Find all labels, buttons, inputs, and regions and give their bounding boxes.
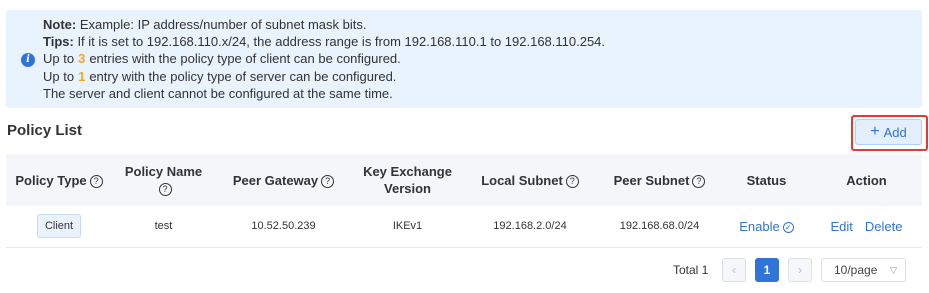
policy-type-badge: Client (36, 214, 82, 239)
next-page-button[interactable]: › (788, 258, 812, 282)
prev-page-button[interactable]: ‹ (722, 258, 746, 282)
header-key-exchange: Key Exchange Version (363, 164, 452, 196)
client-limit-line: Up to 3 entries with the policy type of cl… (43, 50, 605, 67)
note-text: Example: IP address/number of subnet mas… (76, 17, 367, 32)
page-size-select[interactable]: 10/page ▽ (821, 258, 906, 282)
cell-action: Edit Delete (811, 206, 922, 247)
chevron-down-icon: ▽ (890, 265, 897, 275)
info-icon: i (21, 53, 35, 67)
help-icon[interactable]: ? (692, 174, 706, 188)
total-count: Total 1 (673, 263, 709, 277)
add-button[interactable]: + Add (855, 119, 922, 145)
server-limit-count: 1 (78, 68, 86, 84)
client-limit-count: 3 (78, 51, 86, 67)
cell-local-subnet: 192.168.2.0/24 (493, 220, 567, 233)
header-peer-gateway: Peer Gateway? (215, 154, 352, 206)
help-icon[interactable]: ? (565, 174, 579, 188)
cell-status: Enable ✓ (722, 206, 811, 247)
section-title: Policy List (7, 122, 83, 139)
check-circle-icon: ✓ (782, 222, 794, 234)
header-local-subnet: Local Subnet? (463, 154, 597, 206)
table-header-row: Policy Type? Policy Name? Peer Gateway? … (6, 154, 922, 206)
header-policy-type: Policy Type? (6, 154, 112, 206)
policy-table: Policy Type? Policy Name? Peer Gateway? … (6, 154, 922, 248)
notice-text: Note: Example: IP address/number of subn… (43, 16, 605, 102)
page-number-1[interactable]: 1 (755, 258, 779, 282)
edit-link[interactable]: Edit (831, 219, 853, 234)
help-icon[interactable]: ? (89, 174, 103, 188)
pagination: Total 1 ‹ 1 › 10/page ▽ (0, 258, 929, 282)
notice-panel: i Note: Example: IP address/number of su… (6, 10, 922, 108)
tips-text: If it is set to 192.168.110.x/24, the ad… (73, 34, 606, 50)
cell-policy-name: test (154, 220, 173, 233)
tips-line: Tips: If it is set to 192.168.110.x/24, … (43, 33, 605, 50)
cell-policy-type: Client (6, 206, 112, 247)
exclusive-line: The server and client cannot be configur… (43, 85, 393, 101)
server-limit-prefix: Up to (43, 68, 75, 84)
tips-label: Tips: (43, 34, 74, 50)
cell-key-exchange: IKEv1 (392, 220, 423, 233)
server-limit-line: Up to 1 entry with the policy type of serv… (43, 68, 605, 85)
cell-peer-gateway: 10.52.50.239 (251, 220, 316, 233)
delete-link[interactable]: Delete (865, 219, 903, 234)
note-label: Note: (43, 17, 77, 32)
header-action: Action (846, 172, 887, 188)
add-button-label: Add (883, 124, 907, 140)
server-limit-suffix: entry with the policy type of server can… (89, 68, 397, 84)
status-toggle[interactable]: Enable (739, 219, 779, 234)
client-limit-prefix: Up to (43, 51, 75, 67)
note-line: Note: Example: IP address/number of subn… (43, 16, 605, 33)
table-row: Client test 10.52.50.239 IKEv1 192.168.2… (6, 206, 922, 247)
header-policy-name: Policy Name? (124, 164, 203, 197)
help-icon[interactable]: ? (321, 174, 335, 188)
cell-peer-subnet: 192.168.68.0/24 (619, 220, 700, 233)
client-limit-suffix: entries with the policy type of client c… (89, 51, 401, 67)
plus-icon: + (870, 123, 880, 140)
help-icon[interactable]: ? (158, 183, 172, 197)
header-status: Status (746, 172, 787, 188)
page-size-value: 10/page (834, 263, 878, 277)
header-peer-subnet: Peer Subnet? (597, 154, 722, 206)
